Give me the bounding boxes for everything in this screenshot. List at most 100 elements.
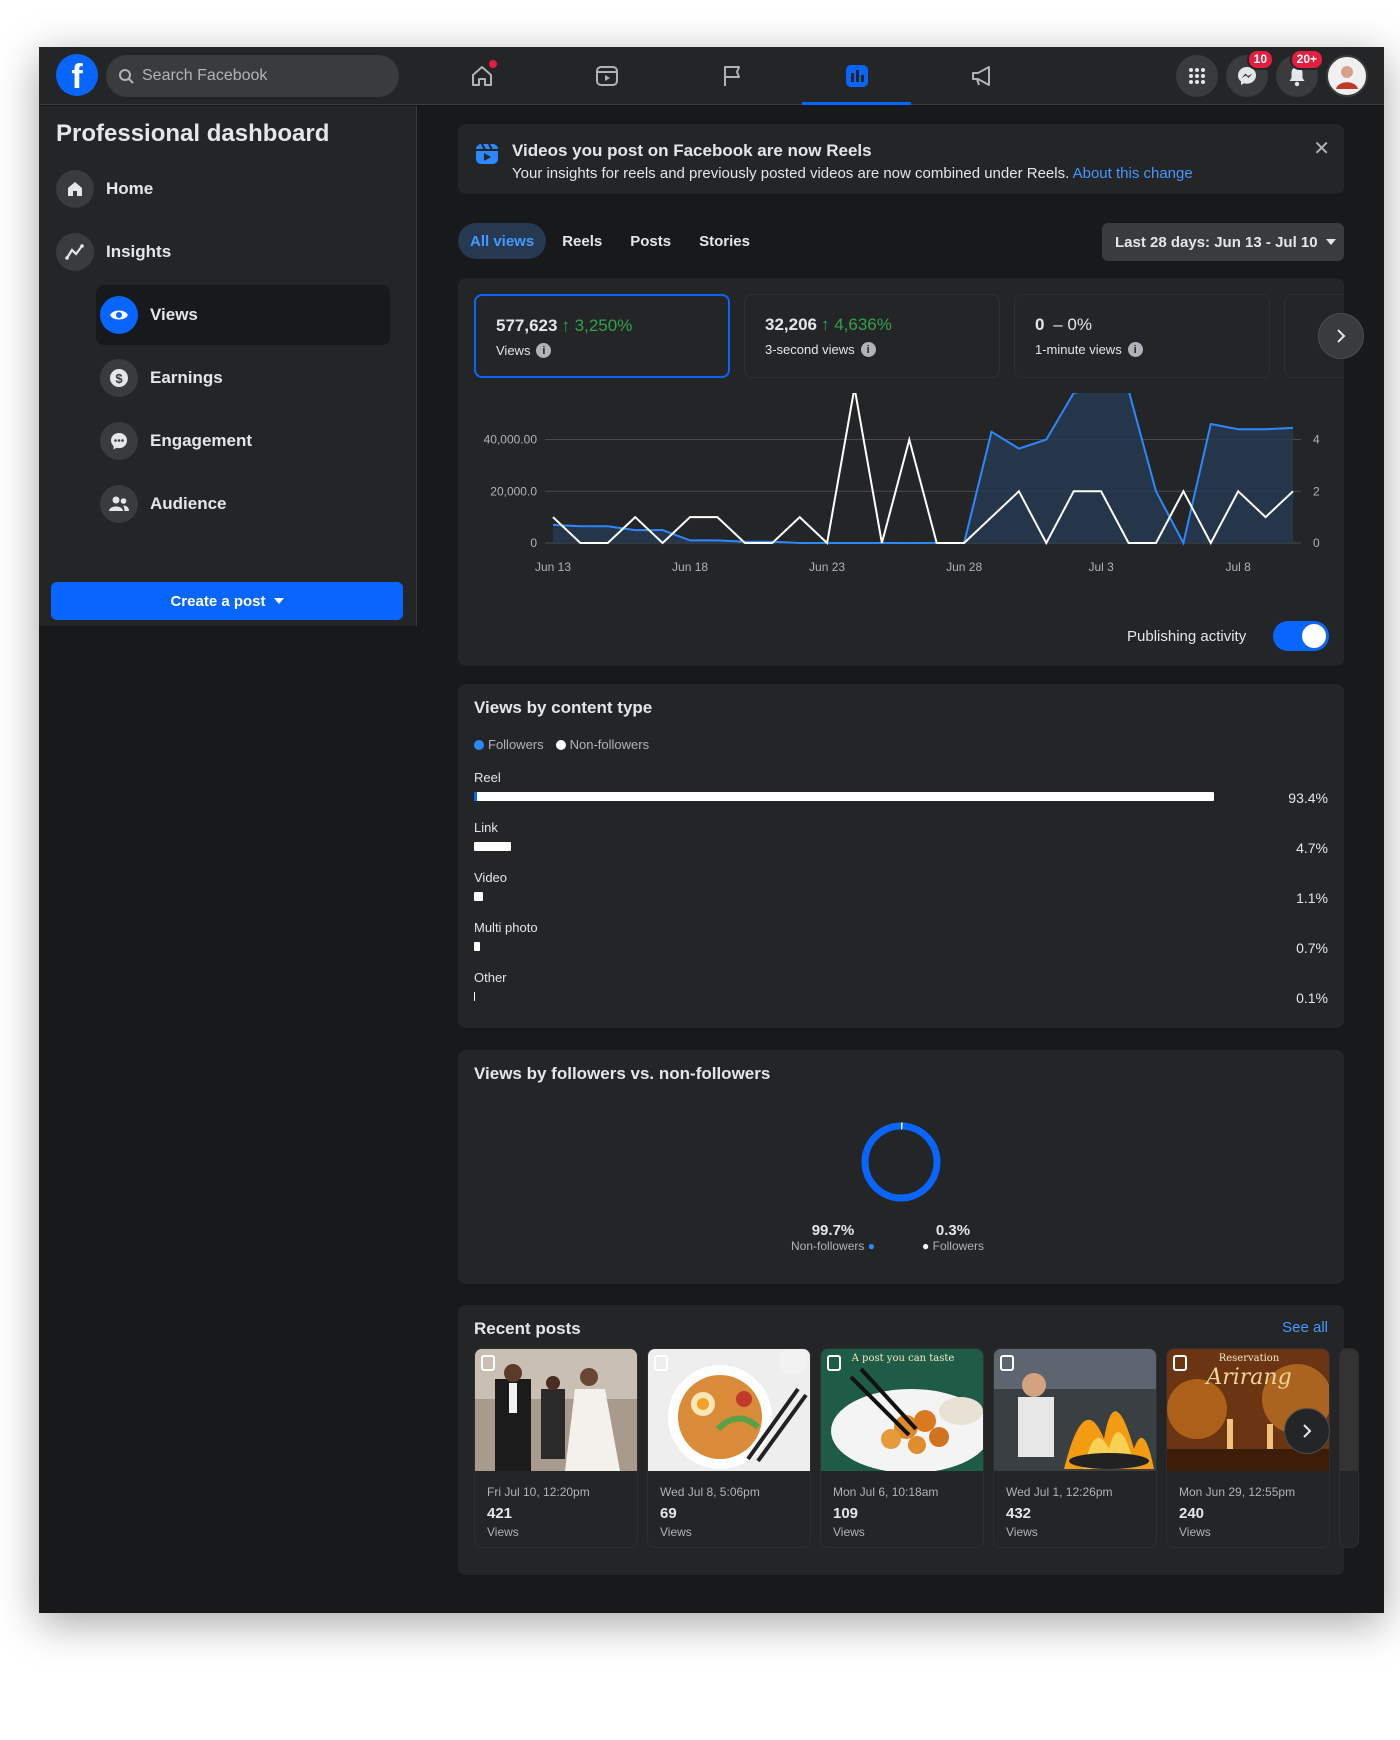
info-icon[interactable]: i [536,343,552,358]
recent-posts-title: Recent posts [474,1319,581,1338]
views-line [552,393,1294,546]
post-date: Mon Jul 6, 10:18am [833,1485,939,1499]
x-tick-label: Jun 23 [809,560,845,574]
metric-views[interactable]: 577,623 ↑ 3,250% Views i [474,294,730,378]
content-type-bar [474,942,480,951]
grid-menu-icon [1189,68,1205,84]
flag-icon [723,66,740,86]
caret-down-icon [1325,239,1336,245]
thumbnail-brand-script: Arirang [1206,1365,1292,1390]
search-input[interactable] [142,67,372,85]
messenger-button[interactable]: 10 [1226,49,1274,97]
content-type-label: Video [474,870,508,885]
date-range-dropdown[interactable]: Last 28 days: Jun 13 - Jul 10 [1102,223,1344,261]
content-type-value: 1.1% [1296,890,1328,906]
metric-3-second-views[interactable]: 32,206 ↑ 4,636% 3-second views i [744,294,1000,378]
facebook-logo[interactable]: f [56,54,98,96]
metric-1-minute-views[interactable]: 0 – 0% 1-minute views i [1014,294,1270,378]
posts-next-button[interactable] [1284,1408,1330,1454]
metrics-next-button[interactable] [1318,313,1364,359]
search-box[interactable] [106,55,399,97]
metric-number: 577,623 [496,316,558,335]
post-card[interactable]: A post you can taste Mon Jul 6, 10:18am … [820,1348,984,1548]
left-sidebar: Professional dashboard Home Insights Vie… [39,106,417,626]
metric-label-text: Views [496,343,531,358]
content-type-label: Reel [474,770,501,785]
metric-label: Views i [496,343,552,358]
bar-chart-icon [845,65,868,87]
post-card[interactable]: Wed Jul 1, 12:26pm 432 Views [993,1348,1157,1548]
notification-dot [489,60,497,68]
sidebar-item-label: Views [150,305,198,324]
y-tick-label-left: 40,000.00 [484,433,538,447]
content-type-row: Multi photo 0.7% [474,920,1328,956]
sidebar-item-audience[interactable]: Audience [96,474,390,534]
y-tick-label-right: 2 [1313,484,1320,498]
reel-badge-icon [827,1355,841,1371]
post-thumbnail-ramen [648,1349,810,1471]
sidebar-item-views[interactable]: Views [96,285,390,345]
sidebar-item-label: Insights [106,242,172,261]
post-date: Mon Jun 29, 12:55pm [1179,1485,1296,1499]
see-all-link[interactable]: See all [1282,1319,1328,1336]
view-type-tabs: All views Reels Posts Stories [458,223,762,259]
followers-title: Views by followers vs. non-followers [474,1064,771,1083]
post-views-label: Views [487,1525,519,1539]
content-type-label: Other [474,970,507,985]
people-icon [100,485,138,523]
top-navigation-bar: f Search Facebook 10 20+ [39,47,1384,105]
y-tick-label-left: 20,000.0 [490,484,537,498]
content-type-legend: Followers Non-followers [474,737,649,752]
views-area [553,393,1293,543]
top-right-actions: 10 20+ [1176,49,1368,97]
nav-pages-tab[interactable] [669,47,794,105]
legend-label: Non-followers [569,737,650,752]
sidebar-item-earnings[interactable]: $ Earnings [96,348,390,408]
content-type-title: Views by content type [474,698,653,717]
metric-value: 32,206 ↑ 4,636% [765,315,892,335]
content-type-value: 0.1% [1296,990,1328,1006]
chat-icon [100,422,138,460]
followers-donut-chart [861,1122,941,1202]
tab-reels[interactable]: Reels [550,223,614,259]
views-line-chart: 0 20,000.0 40,000.00 0 2 4 Jun 13 Jun 18 Jun 23 J… [484,393,1320,574]
nav-video-tab[interactable] [544,47,669,105]
menu-button[interactable] [1176,55,1218,97]
nav-dashboard-tab[interactable] [794,47,919,105]
info-icon[interactable]: i [860,342,876,357]
sidebar-item-insights[interactable]: Insights [56,222,386,282]
sidebar-item-engagement[interactable]: Engagement [96,411,390,471]
non-followers-value: 99.7% [811,1222,855,1239]
create-post-button[interactable]: Create a post [51,582,403,620]
tab-stories[interactable]: Stories [687,223,762,259]
search-icon [119,69,134,84]
sidebar-item-home[interactable]: Home [56,159,386,219]
profile-avatar[interactable] [1326,55,1368,97]
nav-home-tab[interactable] [419,47,544,105]
content-type-row: Link 4.7% [474,820,1328,856]
legend-dot [474,740,484,750]
followers-text: Followers [932,1239,984,1253]
nav-ads-tab[interactable] [919,47,1044,105]
white-dot-icon: ● [922,1239,930,1253]
about-this-change-link[interactable]: About this change [1073,165,1193,182]
post-views-count: 69 [660,1505,677,1522]
tab-posts[interactable]: Posts [618,223,683,259]
publishing-activity-toggle[interactable] [1273,621,1329,651]
post-views-count: 240 [1179,1505,1205,1522]
close-icon[interactable]: ✕ [1313,136,1330,161]
app-window: f Search Facebook 10 20+ Professional da… [39,47,1384,1613]
post-date: Fri Jul 10, 12:20pm [487,1485,590,1499]
info-icon[interactable]: i [1127,342,1143,357]
content-type-bar [474,892,483,901]
dollar-icon: $ [100,359,138,397]
post-views-count: 109 [833,1505,859,1522]
x-tick-label: Jun 18 [672,560,708,574]
post-card[interactable]: Wed Jul 8, 5:06pm 69 Views [647,1348,811,1548]
y-tick-label-right: 4 [1313,433,1320,447]
x-tick-label: Jun 13 [535,560,571,574]
notifications-button[interactable]: 20+ [1276,49,1324,97]
post-card[interactable]: Fri Jul 10, 12:20pm 421 Views [474,1348,638,1548]
tab-all-views[interactable]: All views [458,223,547,259]
post-views-count: 432 [1006,1505,1032,1522]
